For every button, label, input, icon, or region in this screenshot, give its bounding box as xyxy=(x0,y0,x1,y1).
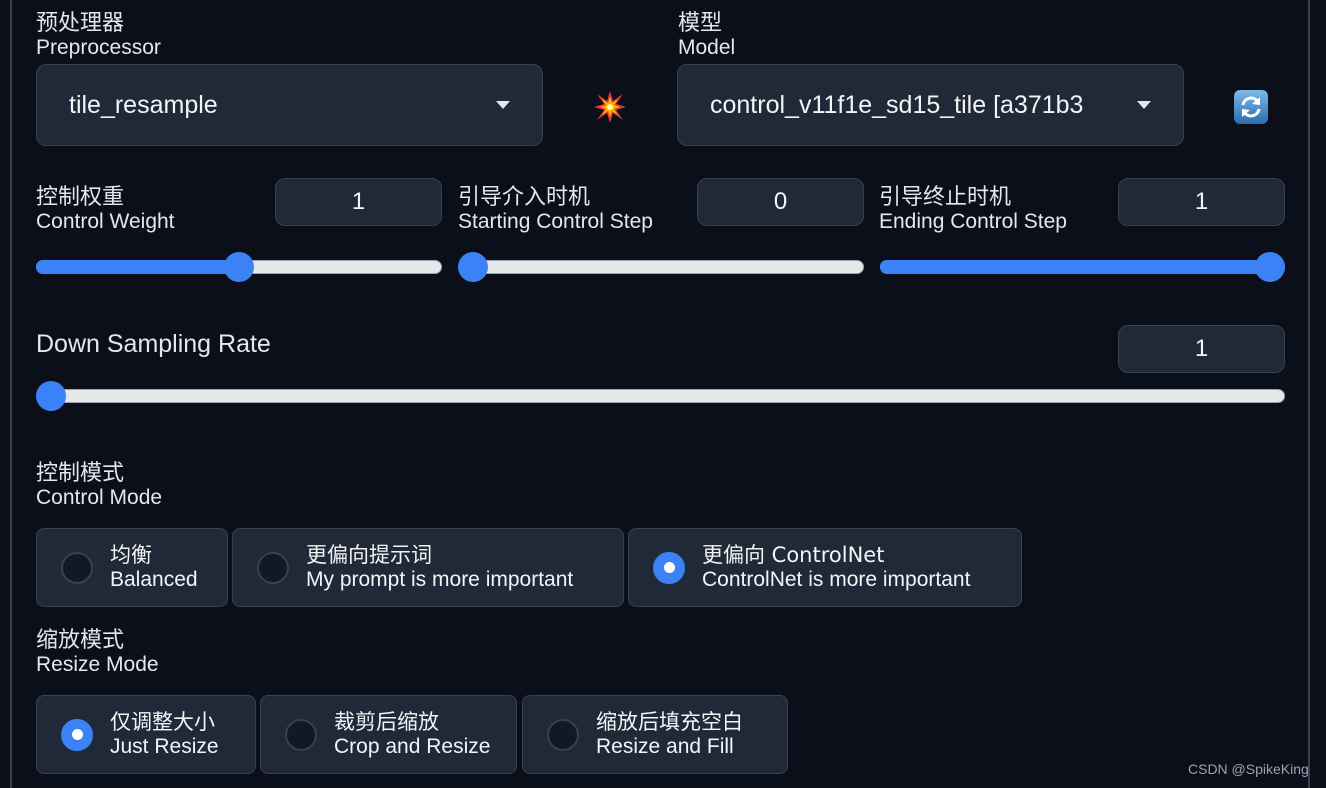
radio-option-balanced[interactable]: 均衡 Balanced xyxy=(36,528,228,607)
starting-step-input[interactable]: 0 xyxy=(697,178,864,226)
radio-label-zh: 裁剪后缩放 xyxy=(334,709,439,734)
radio-label-zh: 更偏向 ControlNet xyxy=(702,542,885,567)
panel-right-border xyxy=(1308,0,1310,788)
ending-step-label: 引导终止时机 Ending Control Step xyxy=(879,186,1067,233)
ending-step-label-zh: 引导终止时机 xyxy=(879,185,1012,210)
preprocessor-label-zh: 预处理器 xyxy=(36,11,125,36)
ending-step-slider[interactable] xyxy=(880,252,1285,282)
down-sampling-rate-slider[interactable] xyxy=(36,381,1285,411)
model-label: 模型 Model xyxy=(678,12,735,59)
starting-step-label-en: Starting Control Step xyxy=(458,210,653,234)
ending-step-label-en: Ending Control Step xyxy=(879,210,1067,234)
model-label-zh: 模型 xyxy=(678,11,723,36)
starting-step-slider[interactable] xyxy=(458,252,864,282)
ending-step-input[interactable]: 1 xyxy=(1118,178,1285,226)
panel-left-border xyxy=(10,0,12,788)
resize-mode-label-en: Resize Mode xyxy=(36,653,159,677)
radio-label-en: ControlNet is more important xyxy=(702,568,971,591)
starting-step-label: 引导介入时机 Starting Control Step xyxy=(458,186,653,233)
preprocessor-label: 预处理器 Preprocessor xyxy=(36,12,161,59)
resize-mode-label: 缩放模式 Resize Mode xyxy=(36,629,159,676)
control-weight-label-en: Control Weight xyxy=(36,210,175,234)
starting-step-label-zh: 引导介入时机 xyxy=(458,185,591,210)
model-label-en: Model xyxy=(678,36,736,60)
slider-track xyxy=(458,260,864,274)
control-weight-label-zh: 控制权重 xyxy=(36,185,125,210)
slider-thumb[interactable] xyxy=(458,252,488,282)
radio-label-zh: 更偏向提示词 xyxy=(306,542,432,567)
radio-option-controlnet-important[interactable]: 更偏向 ControlNet ControlNet is more import… xyxy=(628,528,1022,607)
radio-option-crop-and-resize[interactable]: 裁剪后缩放 Crop and Resize xyxy=(260,695,517,774)
radio-option-resize-and-fill[interactable]: 缩放后填充空白 Resize and Fill xyxy=(522,695,788,774)
slider-track xyxy=(36,389,1285,403)
model-value: control_v11f1e_sd15_tile [a371b3 xyxy=(710,90,1084,119)
down-sampling-rate-input[interactable]: 1 xyxy=(1118,325,1285,373)
radio-label-en: Resize and Fill xyxy=(596,735,734,758)
slider-thumb[interactable] xyxy=(224,252,254,282)
control-mode-label: 控制模式 Control Mode xyxy=(36,462,162,509)
radio-label-en: Balanced xyxy=(110,568,198,591)
slider-fill xyxy=(36,260,239,274)
slider-fill xyxy=(880,260,1270,274)
radio-label-en: Just Resize xyxy=(110,735,219,758)
preprocessor-value: tile_resample xyxy=(69,90,218,119)
control-weight-slider[interactable] xyxy=(36,252,442,282)
radio-button[interactable] xyxy=(257,551,289,584)
radio-label-en: My prompt is more important xyxy=(306,568,574,591)
preprocessor-label-en: Preprocessor xyxy=(36,36,161,60)
radio-button[interactable] xyxy=(285,718,317,751)
radio-label-zh: 仅调整大小 xyxy=(110,709,215,734)
control-weight-input[interactable]: 1 xyxy=(275,178,442,226)
radio-button[interactable] xyxy=(547,718,579,751)
down-sampling-rate-label: Down Sampling Rate xyxy=(36,330,271,358)
control-weight-label: 控制权重 Control Weight xyxy=(36,186,175,233)
radio-button[interactable] xyxy=(61,551,93,584)
model-dropdown[interactable]: control_v11f1e_sd15_tile [a371b3 xyxy=(677,64,1184,146)
radio-button[interactable] xyxy=(653,551,685,584)
radio-option-just-resize[interactable]: 仅调整大小 Just Resize xyxy=(36,695,256,774)
slider-thumb[interactable] xyxy=(1255,252,1285,282)
radio-option-prompt-important[interactable]: 更偏向提示词 My prompt is more important xyxy=(232,528,624,607)
slider-thumb[interactable] xyxy=(36,381,66,411)
control-mode-label-zh: 控制模式 xyxy=(36,461,125,486)
burst-icon[interactable] xyxy=(593,90,627,124)
radio-label-zh: 缩放后填充空白 xyxy=(596,709,743,734)
watermark: CSDN @SpikeKing xyxy=(1188,761,1309,777)
refresh-icon[interactable] xyxy=(1234,90,1268,124)
radio-label-zh: 均衡 xyxy=(110,542,152,567)
preprocessor-dropdown[interactable]: tile_resample xyxy=(36,64,543,146)
radio-label-en: Crop and Resize xyxy=(334,735,491,758)
radio-button[interactable] xyxy=(61,718,93,751)
control-mode-label-en: Control Mode xyxy=(36,486,163,510)
resize-mode-label-zh: 缩放模式 xyxy=(36,628,125,653)
chevron-down-icon xyxy=(1137,101,1151,109)
chevron-down-icon xyxy=(496,101,510,109)
